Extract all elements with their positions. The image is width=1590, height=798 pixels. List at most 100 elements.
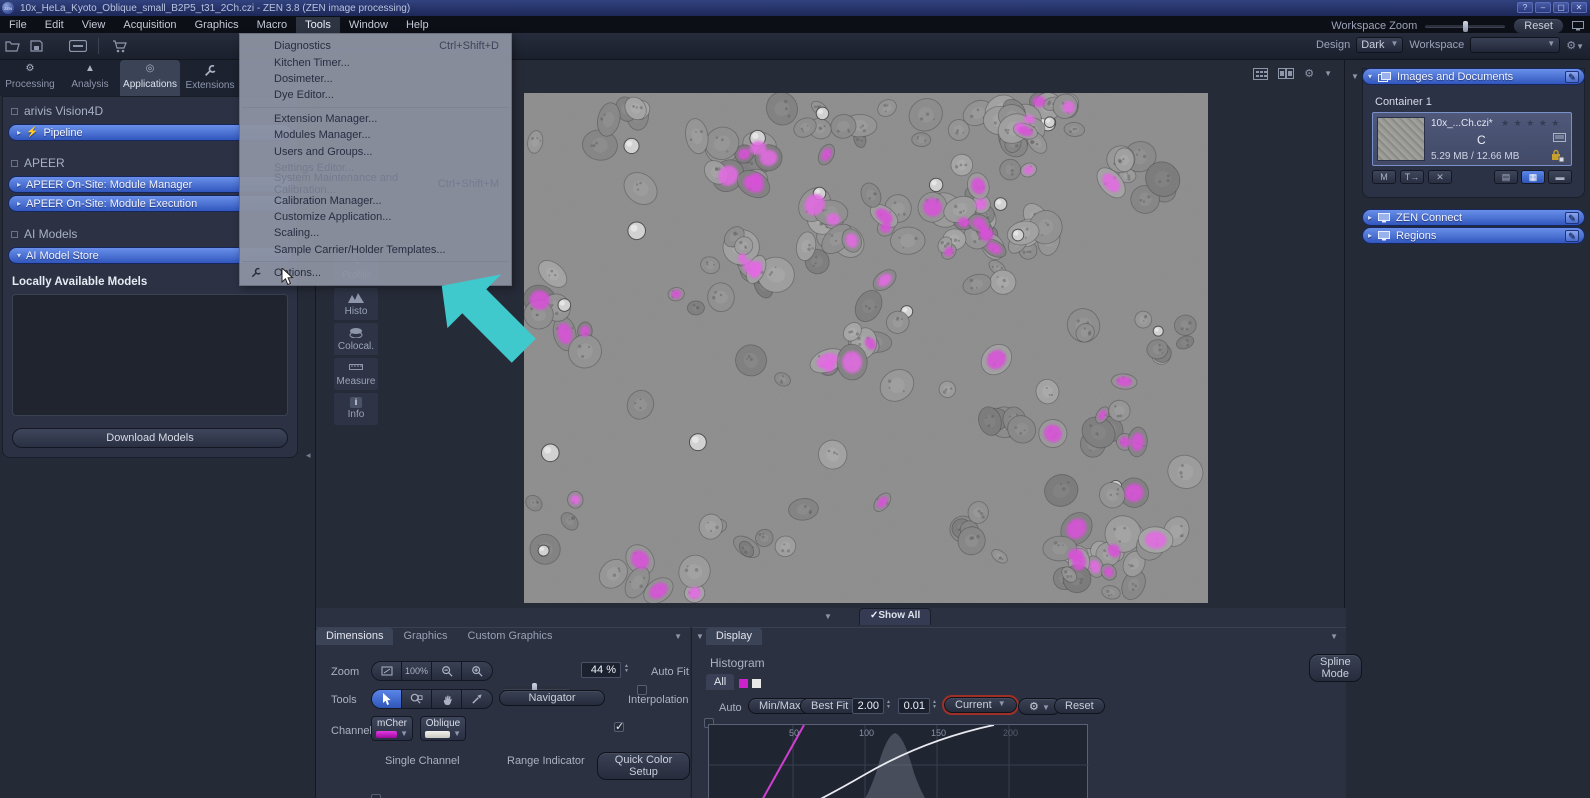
gear-icon[interactable]: ⚙▼ bbox=[1566, 39, 1584, 52]
zoom-fit-button[interactable] bbox=[372, 662, 402, 680]
gear-icon[interactable]: ⚙ bbox=[1304, 67, 1314, 80]
channel-chip-white[interactable] bbox=[752, 679, 761, 688]
menu-tools[interactable]: Tools bbox=[296, 16, 340, 33]
menu-file[interactable]: File bbox=[0, 17, 36, 33]
strip-colocal-button[interactable]: Colocal. bbox=[333, 322, 379, 356]
close-document-button[interactable]: ✕ bbox=[1428, 170, 1452, 184]
picker-tool-button[interactable] bbox=[462, 690, 492, 708]
interpolation-checkbox[interactable] bbox=[614, 720, 624, 733]
quick-color-setup-button[interactable]: Quick Color Setup bbox=[597, 752, 690, 780]
navigator-button[interactable]: Navigator bbox=[499, 690, 605, 706]
image-thumbnail[interactable] bbox=[1377, 117, 1425, 161]
low-spinner[interactable]: ▲ ▼ bbox=[932, 700, 937, 710]
workspace-zoom-reset-button[interactable]: Reset bbox=[1513, 18, 1564, 34]
pencil-icon[interactable]: ✎ bbox=[1565, 211, 1579, 224]
menu-item-users-and-groups[interactable]: Users and Groups... bbox=[240, 143, 511, 159]
channel-color-swatch[interactable] bbox=[425, 731, 451, 738]
tab-analysis[interactable]: ▲ Analysis bbox=[60, 60, 120, 96]
zoom-in-button[interactable] bbox=[462, 662, 492, 680]
menu-acquisition[interactable]: Acquisition bbox=[114, 17, 185, 33]
chevron-down-icon[interactable]: ▼ bbox=[453, 729, 461, 738]
channel-color-swatch[interactable] bbox=[376, 731, 398, 738]
menu-item-calibration-manager[interactable]: Calibration Manager... bbox=[240, 193, 511, 209]
pencil-icon[interactable]: ✎ bbox=[1565, 229, 1579, 242]
pencil-icon[interactable]: ✎ bbox=[1565, 70, 1579, 83]
workspace-zoom-slider[interactable] bbox=[1425, 20, 1506, 32]
microscopy-image[interactable] bbox=[523, 91, 1208, 605]
tab-display[interactable]: Display bbox=[705, 628, 762, 645]
display-settings-icon[interactable] bbox=[66, 37, 90, 55]
menu-macro[interactable]: Macro bbox=[248, 17, 297, 33]
zoom-value-input[interactable]: 44 % bbox=[581, 662, 621, 678]
layout-grid-icon[interactable] bbox=[1253, 67, 1269, 80]
compact-view-button[interactable]: ▬ bbox=[1548, 170, 1572, 184]
chevron-down-icon[interactable]: ▼ bbox=[824, 612, 832, 621]
low-input[interactable]: 0.01 bbox=[898, 698, 930, 714]
images-documents-header[interactable]: ▾ Images and Documents ✎ bbox=[1362, 68, 1585, 85]
strip-histo-button[interactable]: Histo bbox=[333, 287, 379, 321]
zoom-out-button[interactable] bbox=[432, 662, 462, 680]
histogram-all-tab[interactable]: All bbox=[706, 674, 735, 690]
zen-connect-header[interactable]: ▸ ZEN Connect ✎ bbox=[1362, 209, 1585, 226]
channel-mcherry-button[interactable]: mCher ▼ bbox=[371, 716, 413, 741]
strip-measure-button[interactable]: Measure bbox=[333, 357, 379, 391]
menu-item-sample-carrier-templates[interactable]: Sample Carrier/Holder Templates... bbox=[240, 242, 511, 258]
menu-item-modules-manager[interactable]: Modules Manager... bbox=[240, 127, 511, 143]
chevron-down-icon[interactable]: ▼ bbox=[1330, 632, 1338, 645]
list-view-button[interactable]: ▤ bbox=[1494, 170, 1518, 184]
chevron-down-icon[interactable]: ▼ bbox=[674, 632, 682, 645]
menu-item-extension-manager[interactable]: Extension Manager... bbox=[240, 111, 511, 127]
menu-item-kitchen-timer[interactable]: Kitchen Timer... bbox=[240, 54, 511, 70]
tab-custom-graphics[interactable]: Custom Graphics bbox=[458, 628, 563, 645]
zoom-spinner[interactable]: ▲ ▼ bbox=[624, 664, 629, 674]
help-window-button[interactable]: ? bbox=[1517, 2, 1533, 13]
workspace-zoom-handle[interactable] bbox=[1463, 20, 1469, 32]
menu-item-scaling[interactable]: Scaling... bbox=[240, 225, 511, 241]
strip-info-button[interactable]: i Info bbox=[333, 392, 379, 426]
thumbnail-view-button[interactable]: ▦ bbox=[1521, 170, 1545, 184]
single-channel-checkbox[interactable] bbox=[371, 794, 381, 798]
menu-item-dye-editor[interactable]: Dye Editor... bbox=[240, 87, 511, 103]
tab-extensions[interactable]: Extensions bbox=[180, 60, 240, 96]
zoom-100-button[interactable]: 100% bbox=[402, 662, 432, 680]
tab-dimensions[interactable]: Dimensions bbox=[316, 628, 394, 645]
rating-stars[interactable]: ★ ★ ★ ★ ★ bbox=[1501, 118, 1560, 129]
chevron-down-icon[interactable]: ▼ bbox=[400, 729, 408, 738]
regions-header[interactable]: ▸ Regions ✎ bbox=[1362, 227, 1585, 244]
list-small-icon[interactable] bbox=[1553, 133, 1566, 142]
open-file-icon[interactable] bbox=[0, 37, 24, 55]
maximize-button[interactable]: ▢ bbox=[1553, 2, 1569, 13]
zoom-region-tool-button[interactable] bbox=[402, 690, 432, 708]
menu-help[interactable]: Help bbox=[397, 17, 438, 33]
export-document-button[interactable]: T→ bbox=[1400, 170, 1424, 184]
menu-item-customize-application[interactable]: Customize Application... bbox=[240, 209, 511, 225]
menu-item-diagnostics[interactable]: Diagnostics Ctrl+Shift+D bbox=[240, 38, 511, 54]
menu-item-dosimeter[interactable]: Dosimeter... bbox=[240, 71, 511, 87]
download-models-button[interactable]: Download Models bbox=[12, 428, 288, 448]
menu-view[interactable]: View bbox=[73, 17, 115, 33]
chevron-down-icon[interactable]: ▼ bbox=[1324, 69, 1332, 78]
image-document-card[interactable]: 10x_...Ch.czi* ★ ★ ★ ★ ★ C 5.29 MB / 12.… bbox=[1372, 112, 1572, 166]
sidebar-collapse-icon[interactable]: ▼ bbox=[1351, 72, 1359, 81]
tab-applications[interactable]: ◎ Applications bbox=[120, 60, 180, 96]
split-view-icon[interactable] bbox=[1278, 68, 1295, 79]
workspace-dropdown[interactable]: ▼ bbox=[1470, 37, 1561, 53]
channel-chip-magenta[interactable] bbox=[739, 679, 748, 688]
spline-mode-button[interactable]: Spline Mode bbox=[1309, 654, 1362, 682]
local-models-list[interactable] bbox=[12, 294, 288, 416]
channel-oblique-button[interactable]: Oblique ▼ bbox=[420, 716, 466, 741]
current-dropdown[interactable]: Current ▼ bbox=[942, 695, 1019, 715]
menu-edit[interactable]: Edit bbox=[36, 17, 73, 33]
close-button[interactable]: ✕ bbox=[1571, 2, 1587, 13]
tab-graphics[interactable]: Graphics bbox=[393, 628, 457, 645]
menu-window[interactable]: Window bbox=[340, 17, 397, 33]
cursor-tool-button[interactable] bbox=[372, 690, 402, 708]
histogram-reset-button[interactable]: Reset bbox=[1054, 698, 1105, 714]
show-all-toggle[interactable]: ✓Show All bbox=[859, 608, 932, 625]
shop-cart-icon[interactable] bbox=[107, 37, 131, 55]
left-splitter-collapse[interactable]: ◂ bbox=[306, 450, 311, 461]
design-dropdown[interactable]: Dark ▼ bbox=[1356, 37, 1404, 53]
menu-graphics[interactable]: Graphics bbox=[186, 17, 248, 33]
histogram-plot[interactable]: 50 100 150 200 bbox=[708, 724, 1089, 798]
minimize-button[interactable]: – bbox=[1535, 2, 1551, 13]
